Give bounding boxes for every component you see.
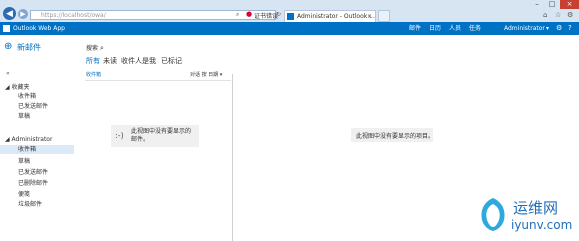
user-name[interactable]: Administrator <box>504 22 545 35</box>
close-window-icon[interactable]: × <box>560 0 579 9</box>
cert-error-label[interactable]: 证书错误 <box>254 11 278 20</box>
settings-gear-icon[interactable]: ⚙ <box>556 22 562 35</box>
reading-pane-text: 此视图中没有要显示的项目。 <box>356 133 435 140</box>
chevron-down-icon: ▾ <box>219 72 223 78</box>
empty-list-message: :-) 此视图中没有要显示的邮件。 <box>111 125 199 147</box>
fav-drafts[interactable]: 草稿 <box>0 112 74 121</box>
favorites-title: 收藏夹 <box>11 84 30 91</box>
caret-down-icon: ◢ <box>5 84 10 91</box>
user-chevron-icon[interactable]: ▾ <box>546 22 549 35</box>
folder-drafts[interactable]: 草稿 <box>0 157 74 166</box>
maximize-icon[interactable]: □ <box>545 0 559 9</box>
reading-pane-message: 此视图中没有要显示的项目。 <box>351 128 435 142</box>
smiley-face: :-) <box>115 131 124 140</box>
watermark-url: iyunv.com <box>511 218 573 232</box>
empty-list-text: 此视图中没有要显示的邮件。 <box>131 128 192 143</box>
watermark-text: 运维网 <box>513 199 559 217</box>
browser-toolbar: ◀ ▶ https://localhost/owa/ ⌕ ● 证书错误 ↻ Ad… <box>0 0 579 22</box>
filter-to-me[interactable]: 收件人是我 <box>121 56 156 66</box>
favorites-star-icon[interactable]: ☆ <box>555 11 561 19</box>
list-folder-label: 收件箱 <box>86 72 102 78</box>
app-title: Outlook Web App <box>13 25 65 32</box>
favorites-header[interactable]: ◢ 收藏夹 <box>5 82 30 91</box>
home-icon[interactable]: ⌂ <box>543 11 547 19</box>
search-icon[interactable]: ⌕ <box>236 11 239 19</box>
folder-junk[interactable]: 垃圾邮件 <box>0 200 74 209</box>
caret-down-icon: ◢ <box>5 136 10 143</box>
filter-unread[interactable]: 未读 <box>103 56 117 66</box>
account-header[interactable]: ◢ Administrator <box>5 136 52 143</box>
refresh-icon[interactable]: ↻ <box>276 11 281 18</box>
folder-sent[interactable]: 已发送邮件 <box>0 168 74 177</box>
account-title: Administrator <box>11 136 53 143</box>
search-icon[interactable]: ⌕ <box>100 44 104 52</box>
new-tab-button[interactable] <box>378 10 390 22</box>
nav-people[interactable]: 人员 <box>449 22 461 35</box>
outlook-tab-icon <box>287 13 294 20</box>
tab-title: Administrator - Outlook ... <box>297 13 375 20</box>
new-mail-label: 新邮件 <box>17 43 41 52</box>
folder-inbox[interactable]: 收件箱 <box>0 145 74 154</box>
forward-arrow-icon[interactable]: ▶ <box>18 9 28 19</box>
nav-calendar[interactable]: 日历 <box>429 22 441 35</box>
filter-flagged[interactable]: 已标记 <box>161 56 182 66</box>
new-mail-button[interactable]: ⊕ 新邮件 <box>4 41 41 52</box>
minimize-icon[interactable]: – <box>530 0 544 9</box>
fav-sent[interactable]: 已发送邮件 <box>0 102 74 111</box>
folder-deleted[interactable]: 已删除邮件 <box>0 179 74 188</box>
tools-gear-icon[interactable]: ⚙ <box>567 11 573 19</box>
search-box[interactable]: 搜索 ⌕ <box>86 43 104 53</box>
sort-dropdown[interactable]: 对话 按 日期 ▾ <box>190 71 222 78</box>
office-logo-icon <box>3 25 10 32</box>
nav-mail[interactable]: 邮件 <box>409 22 421 35</box>
back-arrow-icon[interactable]: ◀ <box>3 7 16 20</box>
list-divider <box>85 80 231 81</box>
collapse-pane-icon[interactable]: « <box>6 70 10 77</box>
nav-tasks[interactable]: 任务 <box>469 22 481 35</box>
watermark-logo <box>478 196 508 232</box>
url-text: https://localhost/owa/ <box>41 12 106 19</box>
fav-inbox[interactable]: 收件箱 <box>0 92 74 101</box>
pane-divider <box>232 74 233 241</box>
help-icon[interactable]: ? <box>568 22 572 35</box>
plus-circle-icon: ⊕ <box>4 41 13 52</box>
owa-header: Outlook Web App 邮件 日历 人员 任务 Administrato… <box>0 22 579 35</box>
folder-notes[interactable]: 便笺 <box>0 190 74 199</box>
search-label: 搜索 <box>86 45 99 52</box>
watermark-shield-icon <box>481 198 505 231</box>
sort-label: 对话 按 日期 <box>190 72 219 78</box>
filter-all[interactable]: 所有 <box>86 56 100 66</box>
tab-owa[interactable]: Administrator - Outlook ... × <box>284 10 376 22</box>
cert-warning-icon: ● <box>246 10 253 18</box>
